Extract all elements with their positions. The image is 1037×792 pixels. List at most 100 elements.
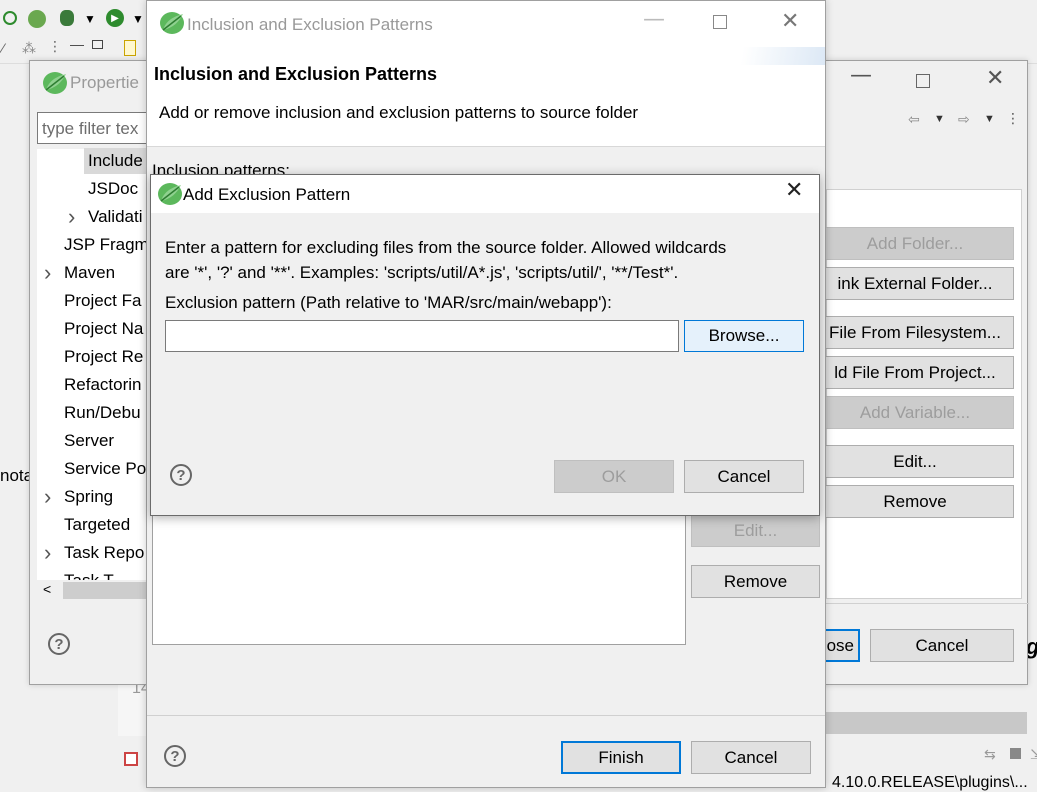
tree-item[interactable]: Server (36, 428, 146, 456)
minimize-icon[interactable]: — (70, 36, 84, 52)
browse-button[interactable]: Browse... (684, 320, 804, 352)
close-icon[interactable]: ✕ (785, 178, 803, 203)
patterns-description: Add or remove inclusion and exclusion pa… (159, 103, 639, 122)
exclusion-app-icon (153, 179, 187, 209)
tree-item[interactable]: Refactorin (36, 372, 146, 400)
tree-item[interactable]: JSDoc (36, 176, 146, 204)
properties-title: Propertie (70, 73, 139, 92)
tree-item-label: Service Po (64, 459, 146, 478)
dropdown-arrow-icon[interactable]: ▼ (84, 12, 96, 26)
tree-item[interactable]: Task T (36, 568, 146, 580)
tree-hscrollbar[interactable]: < (37, 580, 147, 601)
help-icon[interactable]: ? (164, 745, 186, 767)
exclusion-remove-button[interactable]: Remove (691, 565, 820, 598)
tree-item-label: Validati (88, 207, 143, 226)
file-from-filesystem-button[interactable]: File From Filesystem... (816, 316, 1014, 349)
run-icon[interactable]: ▶ (106, 9, 124, 27)
tree-item[interactable]: › Validati (36, 204, 146, 232)
tree-item-label: Run/Debu (64, 403, 141, 422)
help-icon[interactable]: ? (48, 633, 70, 655)
scroll-thumb[interactable] (63, 582, 147, 599)
dropdown-arrow-icon[interactable]: ▼ (132, 12, 144, 26)
tree-item[interactable]: Include (36, 148, 146, 176)
tree-item-label: Refactorin (64, 375, 142, 394)
maximize-icon[interactable] (713, 15, 727, 29)
patterns-app-icon (155, 8, 189, 38)
file-icon[interactable] (124, 40, 136, 56)
bug-icon[interactable] (60, 10, 74, 26)
exclusion-pattern-input[interactable] (165, 320, 679, 352)
close-icon[interactable]: ✕ (781, 9, 799, 34)
tree-item[interactable]: › Maven (36, 260, 146, 288)
add-folder-button[interactable]: Add Folder... (816, 227, 1014, 260)
more-icon[interactable]: ⋮ (48, 38, 62, 55)
maximize-icon[interactable] (92, 40, 103, 49)
expand-chevron-icon[interactable]: › (44, 542, 51, 564)
save-icon[interactable] (1010, 748, 1021, 759)
minimize-icon[interactable]: — (850, 63, 872, 88)
properties-app-icon (38, 68, 72, 98)
close-icon[interactable]: ✕ (986, 66, 1004, 91)
editor-area (118, 676, 148, 736)
bottom-toolbar: ⇆ ⇲ (826, 740, 1037, 770)
nodes-icon[interactable]: ⁂ (22, 40, 36, 57)
expand-chevron-icon[interactable]: › (44, 262, 51, 284)
exclusion-titlebar: Add Exclusion Pattern ✕ (151, 175, 819, 213)
tree-item[interactable]: › Spring (36, 484, 146, 512)
debug-icon[interactable] (28, 10, 46, 28)
tree-item[interactable]: JSP Fragm (36, 232, 146, 260)
expand-chevron-icon[interactable]: › (68, 206, 75, 228)
patterns-footer-separator (147, 715, 825, 716)
dropdown-arrow-icon[interactable]: ▼ (984, 113, 995, 125)
file-from-project-button[interactable]: ld File From Project... (816, 356, 1014, 389)
minimize-icon[interactable]: — (643, 7, 665, 32)
tree-item[interactable]: Project Re (36, 344, 146, 372)
add-variable-button[interactable]: Add Variable... (816, 396, 1014, 429)
exclusion-message-line2: are '*', '?' and '**'. Examples: 'script… (165, 263, 679, 282)
sync-icon[interactable]: ⇆ (984, 746, 996, 763)
patterns-header: Inclusion and Exclusion Patterns Add or … (147, 47, 825, 147)
status-text: 4.10.0.RELEASE\plugins\... (832, 774, 1028, 791)
pin-icon[interactable]: ⇲ (1030, 746, 1037, 763)
patterns-window-title: Inclusion and Exclusion Patterns (187, 15, 433, 34)
tree-item-label: Task T (60, 568, 118, 580)
bottom-left-icon (124, 752, 138, 766)
help-icon[interactable]: ? (170, 464, 192, 486)
tree-item-label: Project Fa (64, 291, 142, 310)
exclusion-field-label: Exclusion pattern (Path relative to 'MAR… (165, 293, 612, 312)
filter-placeholder: type filter tex (42, 119, 139, 138)
dropdown-arrow-icon[interactable]: ▼ (934, 113, 945, 125)
expand-chevron-icon[interactable]: › (44, 486, 51, 508)
tree-item[interactable]: Service Po (36, 456, 146, 484)
cancel-button[interactable]: Cancel (870, 629, 1014, 662)
edit-button[interactable]: Edit... (816, 445, 1014, 478)
tree-item[interactable]: Run/Debu (36, 400, 146, 428)
power-icon[interactable] (3, 11, 17, 25)
patterns-cancel-button[interactable]: Cancel (691, 741, 811, 774)
link-external-folder-button[interactable]: ink External Folder... (816, 267, 1014, 300)
tree-item[interactable]: Project Na (36, 316, 146, 344)
forward-icon[interactable]: ⇨ (958, 111, 970, 128)
tree-item-label: Spring (64, 487, 114, 506)
exclusion-cancel-button[interactable]: Cancel (684, 460, 804, 493)
exclusion-edit-button[interactable]: Edit... (691, 514, 820, 547)
patterns-heading: Inclusion and Exclusion Patterns (154, 64, 438, 84)
tree-item[interactable]: Project Fa (36, 288, 146, 316)
tree-item[interactable]: Targeted (36, 512, 146, 540)
ok-button[interactable]: OK (554, 460, 674, 493)
finish-button[interactable]: Finish (561, 741, 681, 774)
more-icon[interactable]: ⋮ (1006, 110, 1020, 127)
right-scrollbar[interactable] (826, 712, 1027, 734)
scroll-left-icon[interactable]: < (43, 581, 51, 597)
exclusion-message-line1: Enter a pattern for excluding files from… (165, 238, 727, 257)
back-icon[interactable]: ⇦ (908, 111, 920, 128)
tree-item-label: Maven (64, 263, 116, 282)
tree-items: Include JSDoc › Validati JSP Fragm › Maven Proj… (36, 148, 146, 580)
remove-button[interactable]: Remove (816, 485, 1014, 518)
perspective-icon[interactable]: ⁄ (2, 40, 4, 56)
footer-separator (820, 603, 1029, 604)
exclusion-dialog-title: Add Exclusion Pattern (183, 185, 351, 204)
exclusion-list[interactable] (152, 511, 686, 645)
tree-item[interactable]: › Task Repo (36, 540, 146, 568)
maximize-icon[interactable] (916, 74, 930, 88)
